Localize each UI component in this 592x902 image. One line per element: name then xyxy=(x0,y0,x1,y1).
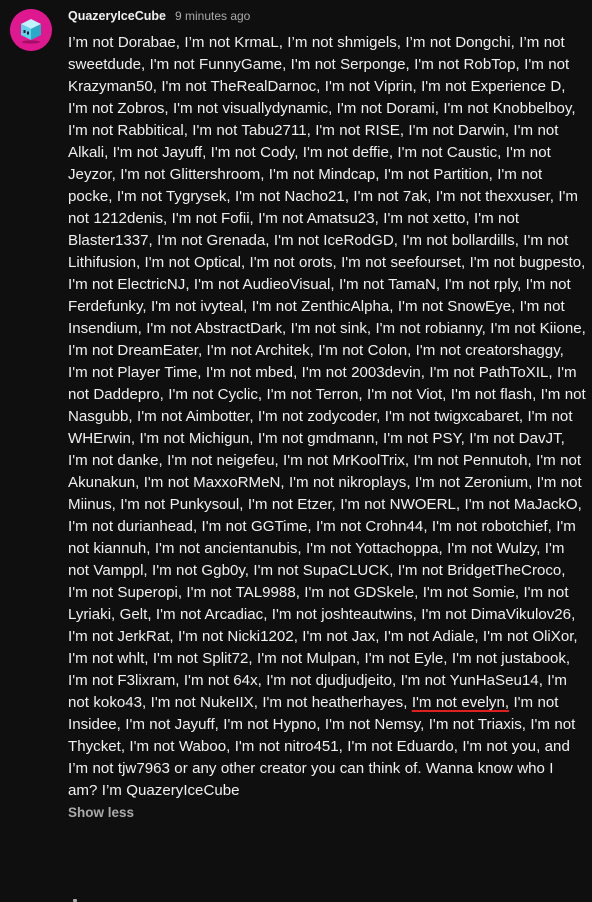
comment-text: I’m not Dorabae, I’m not KrmaL, I’m not … xyxy=(68,32,586,802)
underlined-phrase: I'm not evelyn, xyxy=(411,694,510,711)
avatar[interactable] xyxy=(10,9,52,51)
comment-timestamp[interactable]: 9 minutes ago xyxy=(175,9,250,23)
comment-body: QuazeryIceCube 9 minutes ago I’m not Dor… xyxy=(68,9,586,822)
show-less-button[interactable]: Show less xyxy=(68,805,134,820)
comment-paragraph: I’m not Dorabae, I’m not KrmaL, I’m not … xyxy=(68,32,586,802)
comment-text-before: I’m not Dorabae, I’m not KrmaL, I’m not … xyxy=(68,34,586,711)
author-name[interactable]: QuazeryIceCube xyxy=(68,9,166,23)
comment-header: QuazeryIceCube 9 minutes ago xyxy=(68,9,586,27)
ice-cube-icon xyxy=(10,9,52,51)
comment-thread: QuazeryIceCube 9 minutes ago I’m not Dor… xyxy=(0,0,592,902)
